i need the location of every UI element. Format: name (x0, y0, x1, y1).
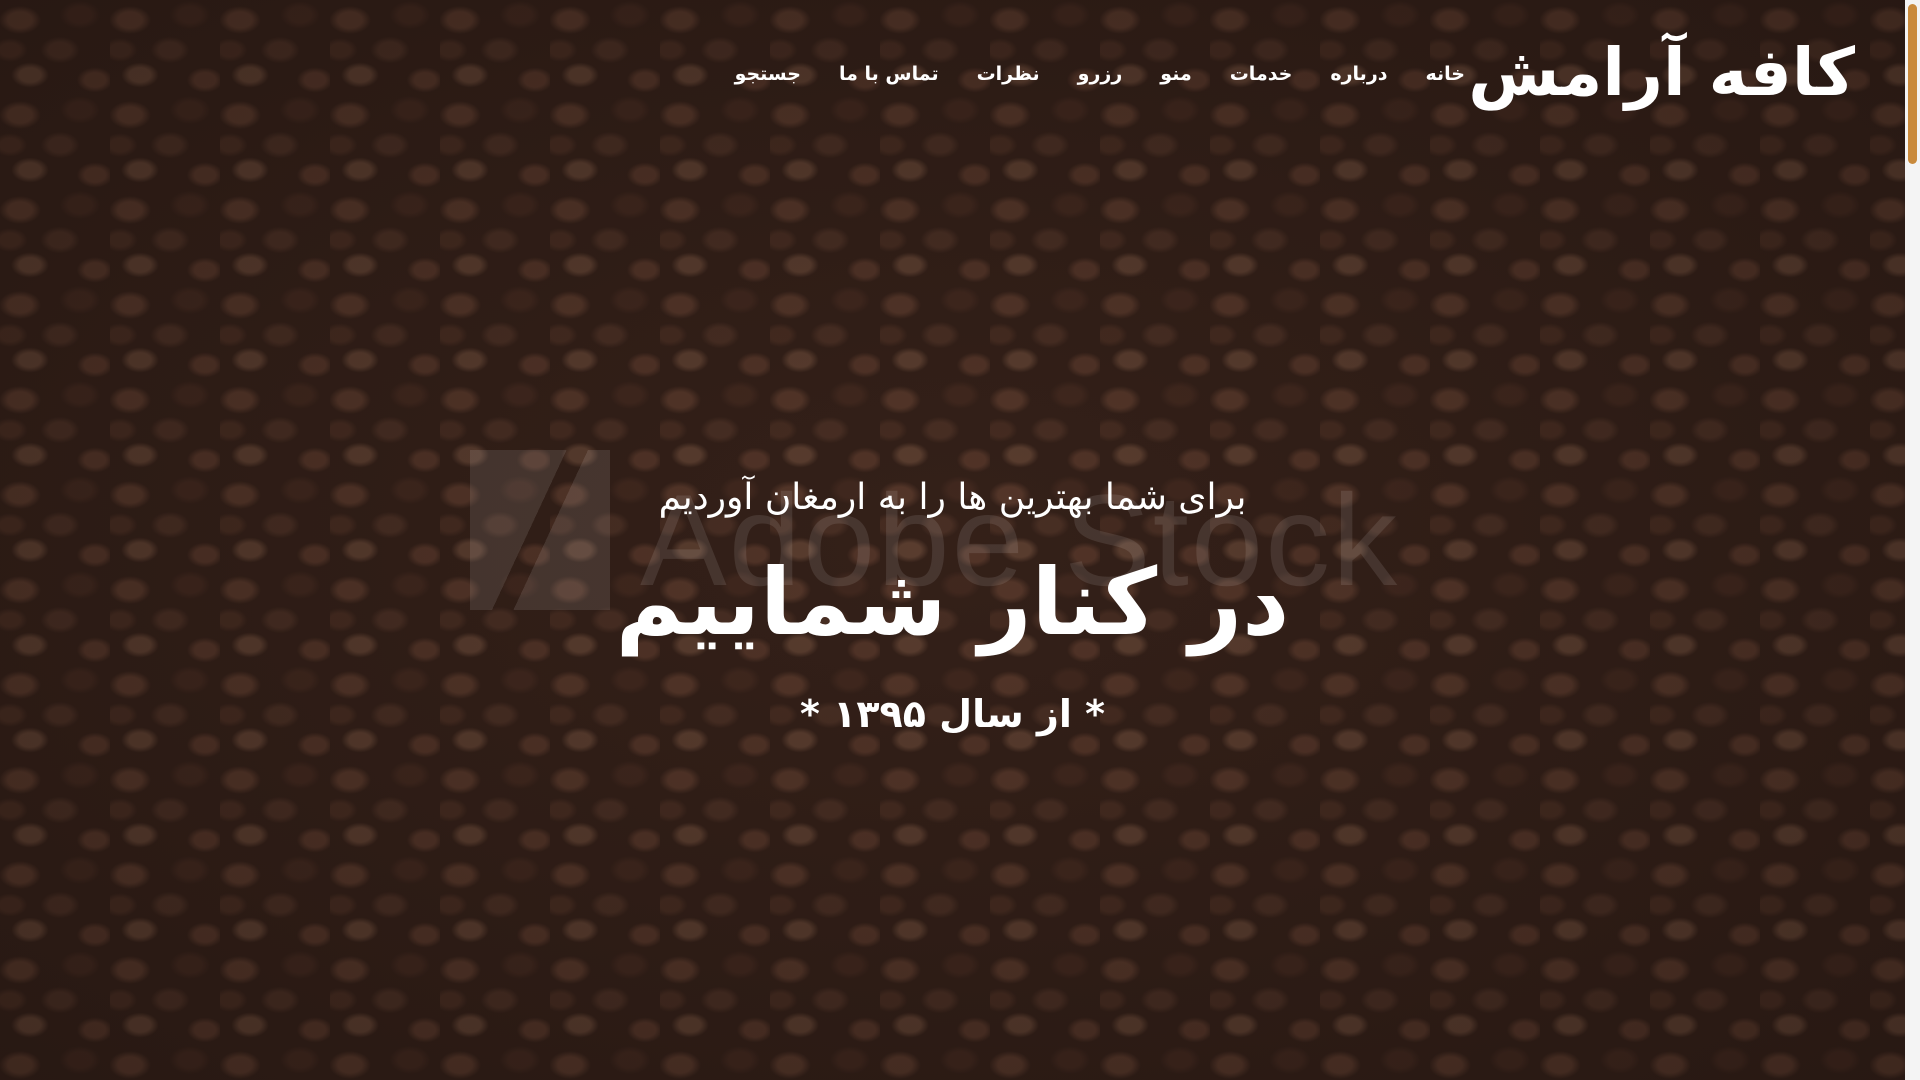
page: Adobe Stock کافه آرامش خانه درباره خدمات… (0, 0, 1920, 1080)
hero-title: در کنار شماییم (615, 549, 1290, 656)
hero-since: * از سال ۱۳۹۵ * (800, 692, 1105, 736)
nav-item-reviews[interactable]: نظرات (977, 58, 1040, 90)
page-scrollbar[interactable] (1905, 0, 1920, 1080)
nav-item-home[interactable]: خانه (1426, 58, 1465, 90)
site-header: کافه آرامش خانه درباره خدمات منو رزرو نظ… (0, 0, 1905, 150)
hero-section: برای شما بهترین ها را به ارمغان آوردیم د… (0, 470, 1905, 744)
nav-item-reservation[interactable]: رزرو (1078, 58, 1123, 90)
nav-item-menu[interactable]: منو (1160, 58, 1191, 90)
site-logo[interactable]: کافه آرامش (1468, 28, 1855, 118)
nav-item-about[interactable]: درباره (1330, 58, 1387, 90)
nav-item-search[interactable]: جستجو (735, 58, 801, 90)
main-nav: خانه درباره خدمات منو رزرو نظرات تماس با… (735, 58, 1465, 90)
nav-item-services[interactable]: خدمات (1230, 58, 1293, 90)
hero-subtitle: برای شما بهترین ها را به ارمغان آوردیم (658, 477, 1247, 518)
scrollbar-thumb[interactable] (1908, 4, 1917, 164)
nav-item-contact[interactable]: تماس با ما (839, 58, 939, 90)
